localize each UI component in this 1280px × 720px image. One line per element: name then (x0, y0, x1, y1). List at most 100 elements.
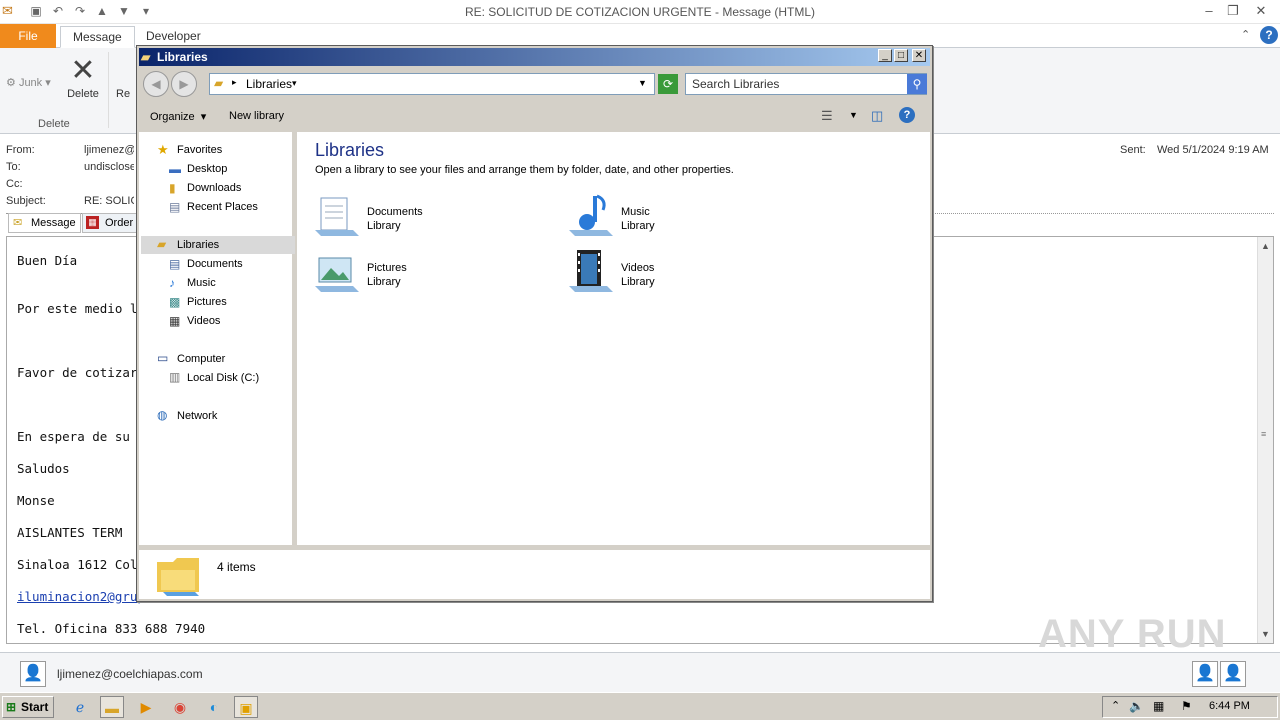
address-history-icon[interactable]: ▼ (638, 78, 647, 88)
pictures-icon: ▩ (169, 295, 181, 309)
nav-videos[interactable]: Videos (187, 315, 220, 327)
breadcrumb-arrow-icon[interactable]: ▸ (232, 77, 237, 88)
organize-button[interactable]: Organize ▾ (150, 110, 206, 123)
explorer-taskbar-icon[interactable]: ▬ (100, 696, 124, 718)
nav-music[interactable]: Music (187, 277, 216, 289)
network-tray-icon[interactable]: ▦ (1153, 699, 1164, 713)
system-tray: ⌃ 🔈 ▦ ⚑ 6:44 PM (1102, 696, 1278, 718)
tab-file[interactable]: File (0, 24, 56, 48)
reply-button[interactable]: Re (116, 88, 130, 100)
nav-favorites[interactable]: Favorites (177, 144, 222, 156)
library-type: Library (621, 276, 655, 288)
item-count: 4 items (217, 560, 256, 574)
pictures-library-icon (315, 257, 359, 292)
minimize-button[interactable]: – (1200, 2, 1218, 20)
local-disk-icon: ▥ (169, 370, 181, 384)
views-dropdown-icon[interactable]: ▼ (849, 110, 858, 120)
contact-avatar-icon[interactable]: 👤 (20, 661, 46, 687)
library-name: Pictures (367, 262, 407, 274)
explorer-close-button[interactable]: ✕ (912, 49, 926, 62)
volume-icon[interactable]: 🔈 (1129, 699, 1144, 713)
scroll-up-icon[interactable]: ▲ (1261, 241, 1270, 251)
person-icon[interactable]: 👤 (1220, 661, 1246, 687)
library-type: Library (621, 220, 655, 232)
chrome-icon[interactable]: ◉ (168, 696, 192, 718)
library-pictures[interactable]: Pictures Library (313, 248, 543, 300)
search-icon[interactable]: ⚲ (907, 74, 927, 94)
body-scrollbar[interactable]: ▲ ≡ ▼ (1257, 237, 1273, 643)
subject-label: Subject: (6, 195, 46, 207)
new-library-button[interactable]: New library (229, 110, 284, 122)
library-videos[interactable]: Videos Library (567, 248, 797, 300)
order-attachment-tab[interactable]: ▦ Order (82, 213, 138, 233)
delete-button[interactable]: ✕ Delete (64, 54, 102, 100)
address-bar[interactable]: ▰ ▸ Libraries ▾ ▼ (209, 73, 655, 95)
libraries-folder-icon: ▰ (214, 76, 224, 90)
content-pane: Libraries Open a library to see your fil… (297, 132, 930, 545)
close-button[interactable]: ✕ (1252, 2, 1270, 20)
junk-button[interactable]: ⚙ Junk ▾ (6, 76, 51, 89)
nav-downloads[interactable]: Downloads (187, 182, 241, 194)
ie-icon[interactable]: ℯ (68, 696, 92, 718)
library-type: Library (367, 220, 401, 232)
nav-documents[interactable]: Documents (187, 258, 243, 270)
explorer-maximize-button[interactable]: □ (894, 49, 908, 62)
help-icon[interactable]: ? (1260, 26, 1278, 44)
from-value[interactable]: ljimenez@coelchiapas.com (84, 144, 134, 156)
views-icon[interactable]: ☰ (821, 108, 833, 124)
forward-button[interactable]: ▶ (171, 71, 197, 97)
cc-label: Cc: (6, 178, 23, 190)
start-button[interactable]: ⊞ Start (2, 696, 54, 718)
nav-libraries[interactable]: Libraries (177, 239, 219, 251)
to-label: To: (6, 161, 21, 173)
archive-icon: ▦ (86, 216, 99, 229)
scroll-down-icon[interactable]: ▼ (1261, 629, 1270, 639)
back-button[interactable]: ◀ (143, 71, 169, 97)
sent-value: Wed 5/1/2024 9:19 AM (1157, 144, 1269, 156)
navigation-pane: ★ Favorites ▬ Desktop ▮ Downloads ▤ Rece… (139, 132, 295, 545)
restore-button[interactable]: ❐ (1224, 2, 1242, 20)
media-player-icon[interactable]: ▶ (134, 696, 158, 718)
library-music[interactable]: Music Library (567, 192, 797, 244)
outlook-taskbar-icon[interactable]: ▣ (234, 696, 258, 718)
preview-pane-icon[interactable]: ◫ (871, 108, 883, 124)
nav-recent-places[interactable]: Recent Places (187, 201, 258, 213)
search-input[interactable]: Search Libraries (685, 73, 927, 95)
from-label: From: (6, 144, 35, 156)
nav-local-disk[interactable]: Local Disk (C:) (187, 372, 259, 384)
tray-expand-icon[interactable]: ⌃ (1111, 699, 1120, 712)
library-name: Documents (367, 206, 423, 218)
address-breadcrumb[interactable]: Libraries (246, 77, 292, 91)
nav-computer[interactable]: Computer (177, 353, 225, 365)
person-icon[interactable]: 👤 (1192, 661, 1218, 687)
explorer-title-bar[interactable]: ▰ Libraries (139, 48, 930, 66)
videos-library-icon (569, 250, 613, 292)
nav-pictures[interactable]: Pictures (187, 296, 227, 308)
body-line: En espera de su c (17, 429, 145, 444)
people-pane: 👤 ljimenez@coelchiapas.com 👤 👤 (0, 652, 1280, 692)
nav-network[interactable]: Network (177, 410, 217, 422)
refresh-icon[interactable]: ⟳ (658, 74, 678, 94)
window-title: RE: SOLICITUD DE COTIZACION URGENTE - Me… (464, 5, 816, 19)
scroll-grip-icon[interactable]: ≡ (1261, 429, 1266, 439)
breadcrumb-dropdown-icon[interactable]: ▾ (292, 78, 297, 89)
content-heading: Libraries (315, 140, 385, 160)
body-line: Por este medio le (17, 301, 145, 316)
downloads-icon: ▮ (169, 181, 176, 195)
email-link[interactable]: iluminacion2@grup (17, 589, 145, 604)
collapse-ribbon-icon[interactable]: ⌃ (1241, 28, 1250, 41)
subject-value: RE: SOLICITUD DE COTIZACION URGENTE (84, 195, 134, 207)
clock[interactable]: 6:44 PM (1209, 700, 1250, 712)
nav-desktop[interactable]: Desktop (187, 163, 227, 175)
explorer-help-icon[interactable]: ? (899, 107, 915, 123)
library-documents[interactable]: Documents Library (313, 192, 543, 244)
flag-icon[interactable]: ⚑ (1181, 699, 1192, 713)
tab-message[interactable]: Message (60, 26, 135, 48)
watermark: ANY RUN (1038, 612, 1227, 656)
footer-email[interactable]: ljimenez@coelchiapas.com (57, 667, 203, 681)
message-tab[interactable]: ✉ Message (8, 213, 81, 233)
body-line: Buen Día (17, 253, 78, 268)
edge-icon[interactable]: ◐ (202, 696, 226, 718)
explorer-minimize-button[interactable]: _ (878, 49, 892, 62)
explorer-window: ▰ Libraries _ □ ✕ ◀ ▶ ▰ ▸ Libraries ▾ ▼ … (136, 45, 933, 602)
